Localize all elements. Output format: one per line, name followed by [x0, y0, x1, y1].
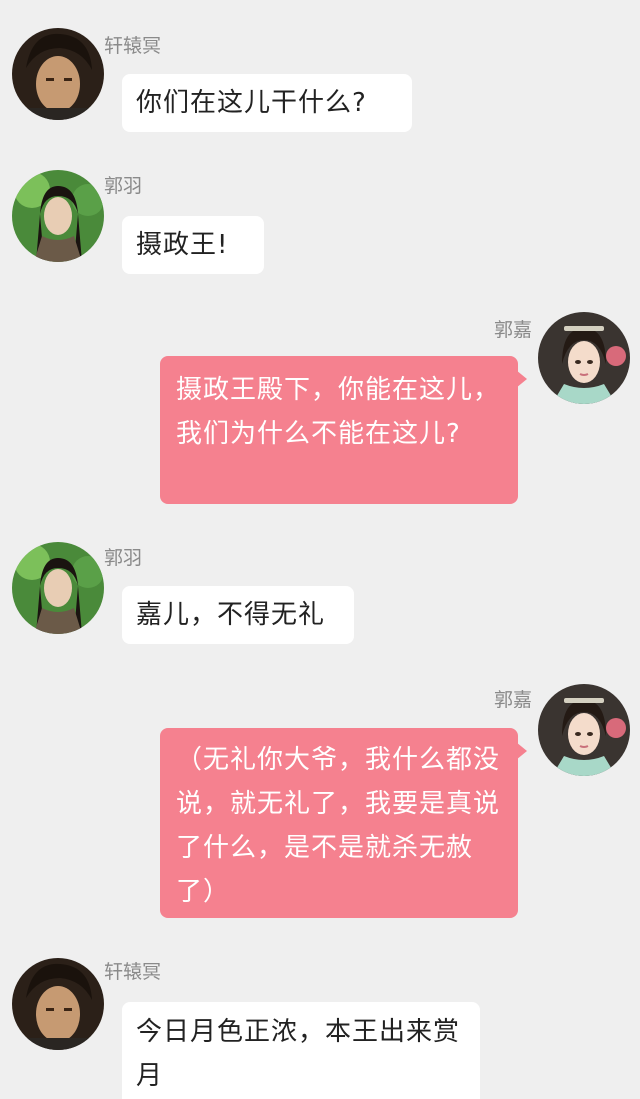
avatar[interactable] [12, 542, 104, 634]
sender-name: 郭嘉 [494, 319, 533, 341]
sender-name: 郭羽 [104, 175, 143, 197]
avatar[interactable] [538, 684, 630, 776]
message-bubble: 今日月色正浓，本王出来赏月 [122, 1002, 480, 1099]
avatar[interactable] [12, 958, 104, 1050]
message-bubble: （无礼你大爷，我什么都没说，就无礼了，我要是真说了什么，是不是就杀无赦了） [160, 728, 518, 918]
message-bubble: 嘉儿，不得无礼 [122, 586, 354, 644]
sender-name: 轩辕冥 [104, 961, 162, 983]
sender-name: 郭羽 [104, 547, 143, 569]
avatar[interactable] [538, 312, 630, 404]
sender-name: 轩辕冥 [104, 35, 162, 57]
avatar[interactable] [12, 170, 104, 262]
sender-name: 郭嘉 [494, 689, 533, 711]
avatar[interactable] [12, 28, 104, 120]
message-bubble: 摄政王殿下，你能在这儿，我们为什么不能在这儿? [160, 356, 518, 504]
message-bubble: 摄政王! [122, 216, 264, 274]
message-bubble: 你们在这儿干什么? [122, 74, 412, 132]
